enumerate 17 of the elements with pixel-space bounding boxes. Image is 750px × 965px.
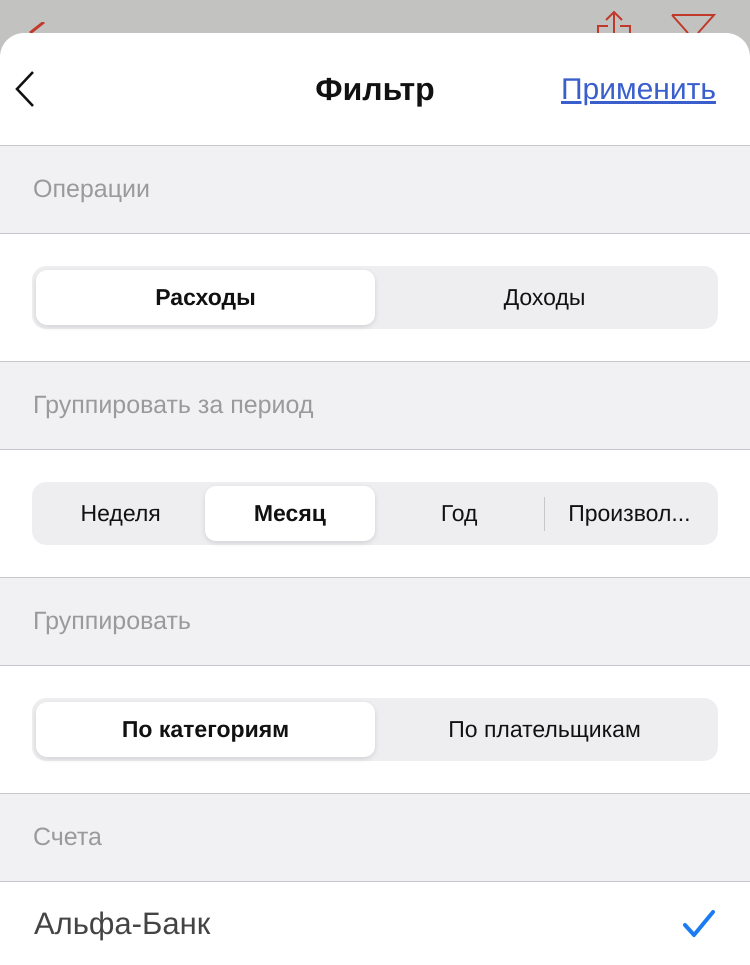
segment-option[interactable]: Расходы — [36, 270, 375, 325]
account-name: Альфа-Банк — [34, 904, 210, 943]
share-icon[interactable] — [594, 10, 634, 33]
section-header: Операции — [33, 174, 150, 205]
filter-icon[interactable] — [670, 14, 716, 33]
section-header: Группировать за период — [33, 390, 314, 421]
section-header: Группировать — [33, 606, 191, 637]
segment-option[interactable]: Произвол... — [544, 486, 714, 541]
segment-option[interactable]: По категориям — [36, 702, 375, 757]
segment-option[interactable]: Год — [374, 486, 544, 541]
section-header: Счета — [33, 822, 102, 853]
segment-option[interactable]: Доходы — [375, 270, 714, 325]
segment-option[interactable]: По плательщикам — [375, 702, 714, 757]
segment-option[interactable]: Месяц — [205, 486, 374, 541]
sheet-title: Фильтр — [315, 70, 435, 109]
segment-option[interactable]: Неделя — [36, 486, 206, 541]
apply-link[interactable]: Применить — [560, 66, 716, 112]
